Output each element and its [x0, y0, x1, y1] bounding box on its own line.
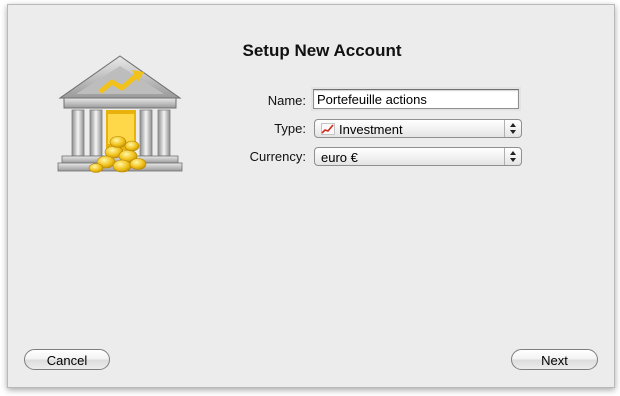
cancel-button[interactable]: Cancel — [24, 349, 110, 370]
type-row: Type: Investment — [8, 118, 614, 140]
popup-arrows-icon — [504, 148, 521, 165]
investment-chart-icon — [321, 123, 335, 135]
currency-popup-text: euro € — [321, 150, 358, 165]
currency-row: Currency: euro € — [8, 146, 614, 168]
name-row: Name: — [8, 89, 614, 111]
name-field[interactable] — [313, 89, 519, 109]
type-popup[interactable]: Investment — [314, 119, 522, 138]
dialog-title-text: Setup New Account — [242, 41, 402, 60]
dialog-title: Setup New Account — [8, 41, 614, 61]
next-button[interactable]: Next — [511, 349, 598, 370]
currency-label: Currency: — [249, 149, 306, 164]
type-label: Type: — [274, 121, 306, 136]
popup-arrows-icon — [504, 120, 521, 137]
type-popup-value: Investment — [321, 122, 403, 137]
setup-account-dialog: Setup New Account Name: Type: Investment — [7, 4, 615, 388]
currency-popup[interactable]: euro € — [314, 147, 522, 166]
type-popup-text: Investment — [339, 122, 403, 137]
name-label: Name: — [267, 93, 306, 108]
